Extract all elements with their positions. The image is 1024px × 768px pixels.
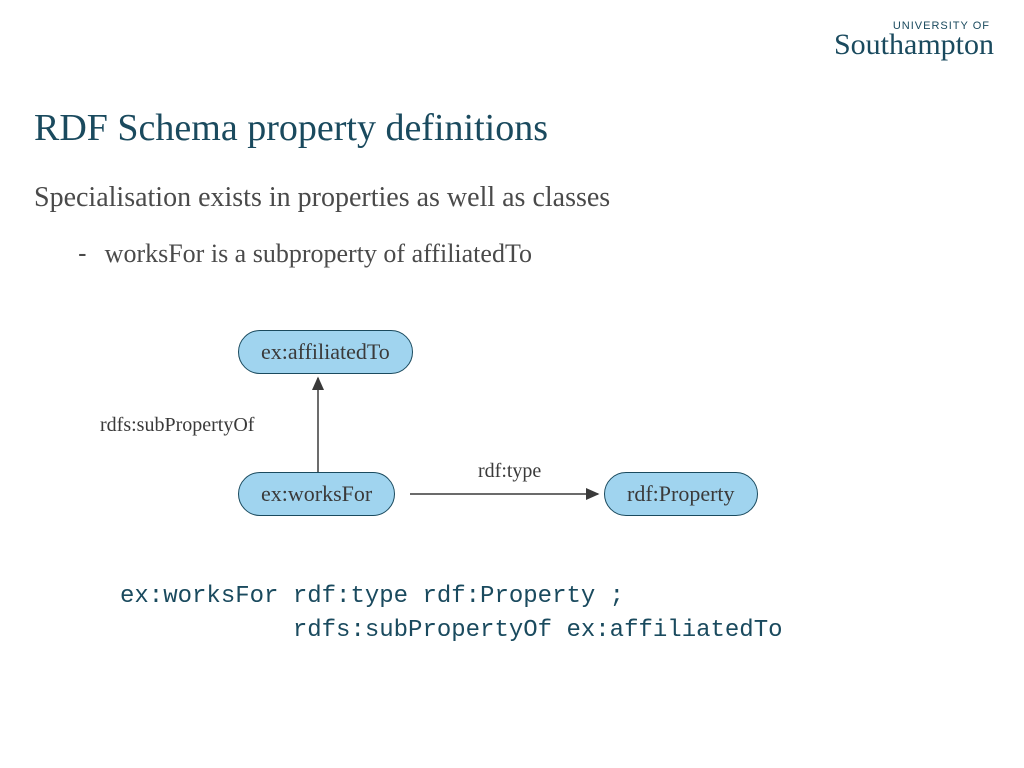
slide-title: RDF Schema property definitions bbox=[34, 106, 548, 150]
edge-label-subpropertyof: rdfs:subPropertyOf bbox=[100, 414, 254, 437]
turtle-code-block: ex:worksFor rdf:type rdf:Property ; rdfs… bbox=[120, 580, 783, 647]
node-rdf-property: rdf:Property bbox=[604, 472, 758, 516]
node-affiliatedto: ex:affiliatedTo bbox=[238, 330, 413, 374]
bullet-item: - worksFor is a subproperty of affiliate… bbox=[78, 238, 532, 269]
edge-label-rdftype: rdf:type bbox=[478, 460, 541, 483]
university-logo: UNIVERSITY OF Southampton bbox=[834, 20, 994, 62]
logo-wordmark: Southampton bbox=[834, 28, 994, 62]
bullet-marker: - bbox=[78, 238, 87, 269]
node-worksfor: ex:worksFor bbox=[238, 472, 395, 516]
slide-subtitle: Specialisation exists in properties as w… bbox=[34, 182, 610, 214]
rdf-diagram: ex:affiliatedTo ex:worksFor rdf:Property… bbox=[100, 320, 820, 550]
bullet-text: worksFor is a subproperty of affiliatedT… bbox=[105, 239, 532, 269]
